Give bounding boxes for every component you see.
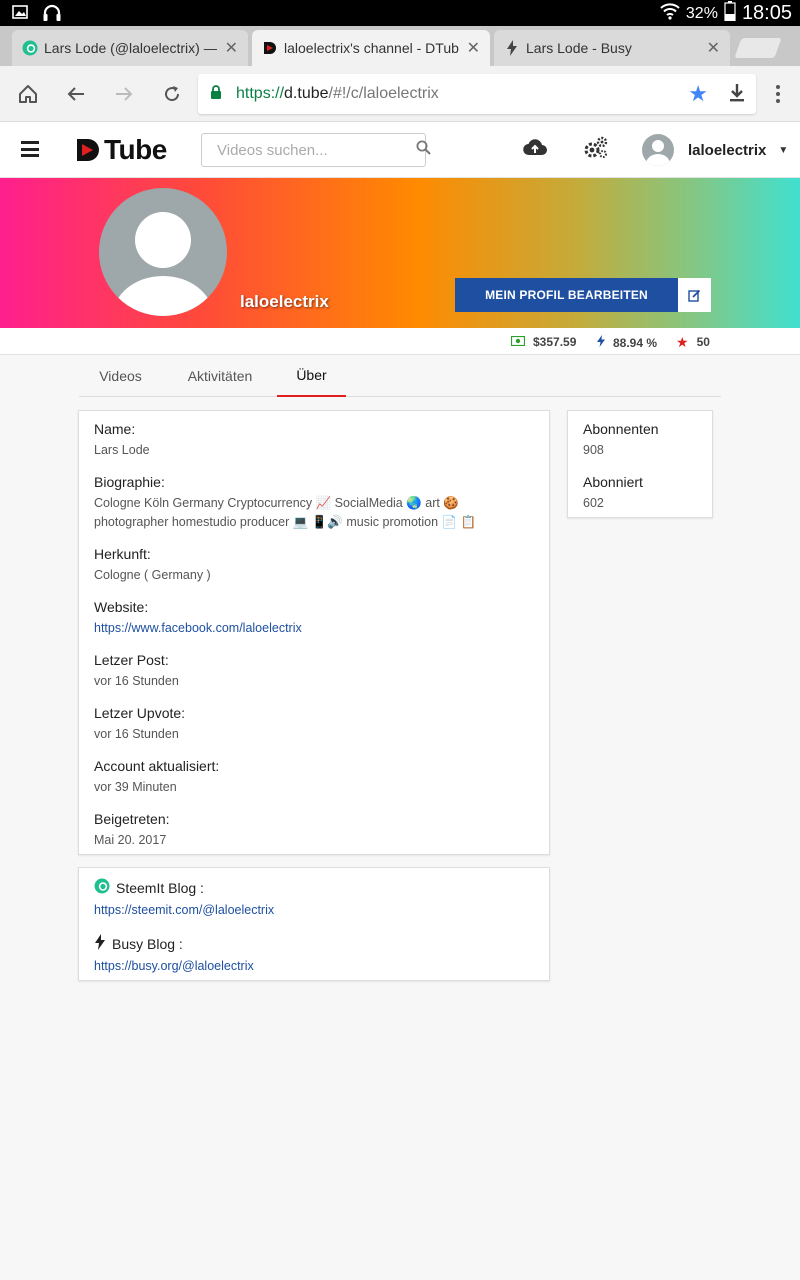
username: laloelectrix	[688, 141, 767, 159]
arrow-right-icon	[116, 87, 133, 101]
arrow-left-icon	[67, 87, 84, 101]
dtube-logo[interactable]: Tube	[76, 134, 167, 166]
subscribed-count: 602	[583, 496, 604, 510]
search-input[interactable]	[202, 141, 416, 159]
channel-stats: $357.59 88.94 % ★ 50	[0, 328, 800, 355]
more-vert-icon	[776, 85, 780, 103]
name-label: Name:	[94, 421, 136, 437]
browser-tab-strip: Lars Lode (@laloelectrix) — S ✕ laloelec…	[0, 26, 800, 66]
browser-tab-dtube[interactable]: laloelectrix's channel - DTube ✕	[252, 30, 490, 66]
joined-value: Mai 20. 2017	[94, 833, 167, 847]
bolt-icon	[597, 335, 605, 350]
forward-button[interactable]	[110, 80, 138, 108]
reload-icon	[165, 86, 180, 102]
steemit-blog-label: SteemIt Blog :	[116, 879, 204, 896]
browser-menu-button[interactable]	[764, 80, 792, 108]
close-icon[interactable]: ✕	[467, 38, 480, 58]
address-bar[interactable]: https://d.tube/#!/c/laloelectrix ★	[198, 74, 756, 114]
blogs-card: SteemIt Blog : https://steemit.com/@lalo…	[78, 867, 550, 981]
browser-tab-busy[interactable]: Lars Lode - Busy ✕	[494, 30, 730, 66]
busy-icon	[504, 40, 520, 56]
origin-value: Cologne ( Germany )	[94, 568, 211, 582]
bio-line-1: Cologne Köln Germany Cryptocurrency 📈 So…	[94, 496, 459, 510]
avatar	[642, 134, 674, 166]
channel-avatar	[99, 188, 227, 316]
balance-value: $357.59	[533, 335, 577, 349]
close-icon[interactable]: ✕	[225, 38, 238, 58]
voting-power-value: 88.94 %	[613, 335, 658, 350]
new-tab-button[interactable]	[734, 38, 782, 58]
bio-line-2: photographer homestudio producer 💻 📱🔊 mu…	[94, 515, 477, 529]
channel-name: laloelectrix	[240, 292, 329, 311]
settings-gears-icon[interactable]	[583, 136, 609, 165]
origin-label: Herkunft:	[94, 546, 151, 562]
gallery-icon	[12, 4, 28, 27]
search-box	[201, 133, 431, 167]
dtube-header: Tube laloelectrix ▼	[0, 122, 800, 178]
home-icon	[19, 85, 37, 103]
subscribed-label: Abonniert	[583, 474, 643, 490]
bio-label: Biographie:	[94, 474, 165, 490]
website-label: Website:	[94, 599, 149, 615]
name-value: Lars Lode	[94, 443, 150, 457]
caret-down-icon: ▼	[778, 144, 789, 156]
home-button[interactable]	[14, 80, 42, 108]
dtube-icon	[262, 40, 278, 56]
wifi-icon	[660, 2, 680, 25]
search-icon[interactable]	[416, 140, 431, 160]
last-post-label: Letzer Post:	[94, 652, 169, 668]
close-icon[interactable]: ✕	[707, 38, 720, 58]
star-icon: ★	[676, 334, 689, 350]
headphones-icon	[42, 4, 62, 27]
upload-cloud-icon[interactable]	[522, 136, 548, 163]
subscribers-count: 908	[583, 443, 604, 457]
steemit-icon	[94, 878, 110, 897]
busy-blog-label: Busy Blog :	[112, 935, 183, 952]
busy-icon	[94, 934, 106, 953]
dtube-logo-icon	[77, 139, 99, 161]
about-card: Name: Lars Lode Biographie: Cologne Köln…	[78, 410, 550, 855]
tab-videos[interactable]: Videos	[79, 355, 162, 397]
last-upvote-value: vor 16 Stunden	[94, 727, 179, 741]
steemit-icon	[22, 40, 38, 56]
clock: 18:05	[741, 2, 792, 24]
edit-icon[interactable]	[678, 278, 711, 312]
user-menu[interactable]: laloelectrix ▼	[642, 134, 788, 166]
lock-icon	[210, 84, 224, 104]
tab-activities[interactable]: Aktivitäten	[173, 355, 267, 397]
reputation-value: 50	[696, 335, 710, 349]
battery-icon	[724, 1, 736, 26]
account-updated-value: vor 39 Minuten	[94, 780, 177, 794]
subscribers-label: Abonnenten	[583, 421, 659, 437]
status-bar: 32% 18:05	[0, 0, 800, 26]
download-icon[interactable]	[728, 83, 746, 108]
busy-blog-link[interactable]: https://busy.org/@laloelectrix	[94, 957, 254, 976]
money-icon	[510, 335, 526, 349]
tab-about[interactable]: Über	[277, 355, 346, 397]
url-text: https://d.tube/#!/c/laloelectrix	[236, 85, 439, 102]
last-post-value: vor 16 Stunden	[94, 674, 179, 688]
battery-percent: 32%	[685, 4, 718, 22]
steemit-blog-link[interactable]: https://steemit.com/@laloelectrix	[94, 901, 274, 920]
followers-card: Abonnenten 908 Abonniert 602	[567, 410, 713, 518]
bookmark-star-icon[interactable]: ★	[688, 81, 708, 107]
reload-button[interactable]	[158, 80, 186, 108]
back-button[interactable]	[62, 80, 90, 108]
edit-profile-button[interactable]: MEIN PROFIL BEARBEITEN	[455, 278, 678, 312]
account-updated-label: Account aktualisiert:	[94, 758, 220, 774]
website-link[interactable]: https://www.facebook.com/laloelectrix	[94, 619, 302, 638]
last-upvote-label: Letzer Upvote:	[94, 705, 186, 721]
browser-toolbar: https://d.tube/#!/c/laloelectrix ★	[0, 66, 800, 122]
browser-tab-steemit[interactable]: Lars Lode (@laloelectrix) — S ✕	[12, 30, 248, 66]
joined-label: Beigetreten:	[94, 811, 170, 827]
profile-tabs: Videos Aktivitäten Über	[79, 355, 721, 397]
menu-icon[interactable]	[21, 141, 39, 157]
